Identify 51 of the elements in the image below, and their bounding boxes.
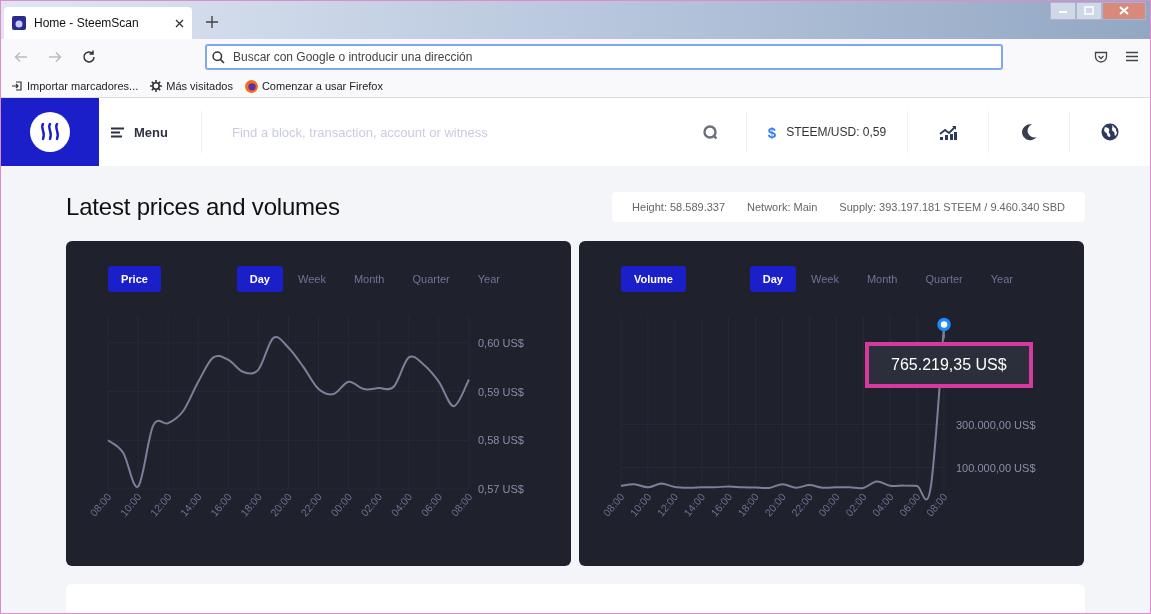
chart-tooltip: 765.219,35 US$ (865, 342, 1033, 388)
chart-trend-icon[interactable] (939, 124, 957, 140)
browser-tab[interactable]: Home - SteemScan (4, 7, 192, 39)
globe-icon[interactable] (1101, 123, 1119, 141)
maximize-icon (1084, 6, 1094, 15)
address-bar[interactable]: Buscar con Google o introducir una dirección (205, 44, 1003, 70)
gear-icon (150, 80, 163, 92)
bookmark-item[interactable]: Más visitados (150, 80, 233, 92)
period-tab[interactable]: Day (749, 266, 796, 292)
axis-tick-label: 0,59 US$ (478, 385, 524, 398)
period-tab[interactable]: Year (464, 266, 513, 292)
period-tab[interactable]: Quarter (912, 266, 976, 292)
axis-tick-label: 0,60 US$ (478, 336, 524, 349)
metric-button[interactable]: Volume (621, 266, 686, 292)
search-icon[interactable] (703, 124, 718, 140)
close-icon (1119, 6, 1129, 15)
stat-text: Network: Main (747, 201, 818, 213)
axis-tick-label: 100.000,00 US$ (956, 461, 1036, 474)
axis-tick-label: 300.000,00 US$ (956, 418, 1036, 431)
stat-text: Supply: 393.197.181 STEEM / 9.460.340 SBD (839, 201, 1065, 213)
axis-tick-label: 0,57 US$ (478, 483, 524, 495)
data-point-marker (937, 317, 951, 340)
menu-button[interactable]: Menu (111, 124, 201, 140)
stat-text: Height: 58.589.337 (632, 201, 726, 213)
period-tab[interactable]: Year (977, 266, 1026, 292)
metric-button[interactable]: Price (108, 266, 161, 292)
new-tab-icon[interactable] (206, 16, 218, 28)
browser-logo-icon (244, 79, 258, 93)
period-tab[interactable]: Month (340, 266, 398, 292)
moon-icon[interactable] (1021, 123, 1037, 141)
reload-icon[interactable] (81, 49, 97, 65)
logo-icon[interactable] (30, 112, 70, 152)
close-icon[interactable] (175, 18, 184, 28)
period-tab[interactable]: Day (236, 266, 283, 292)
menu-icon (111, 126, 124, 138)
page-title: Latest prices and volumes (66, 193, 340, 221)
window-close-button[interactable] (1102, 2, 1146, 20)
dollar-icon: $ (767, 123, 777, 141)
period-tab[interactable]: Week (797, 266, 852, 292)
price-ticker: STEEM/USD: 0,59 (786, 125, 887, 139)
search-icon (212, 51, 225, 64)
bookmark-item[interactable]: Comenzar a usar Firefox (244, 79, 383, 93)
import-icon (11, 80, 23, 92)
axis-tick-label: 0,58 US$ (478, 434, 524, 447)
period-tab[interactable]: Quarter (399, 266, 463, 292)
period-tab[interactable]: Week (284, 266, 339, 292)
period-tab[interactable]: Month (853, 266, 911, 292)
pocket-icon[interactable] (1094, 50, 1108, 64)
bookmark-item[interactable]: Importar marcadores... (11, 80, 139, 92)
site-favicon-icon (12, 16, 26, 30)
menu-icon[interactable] (1126, 50, 1138, 62)
